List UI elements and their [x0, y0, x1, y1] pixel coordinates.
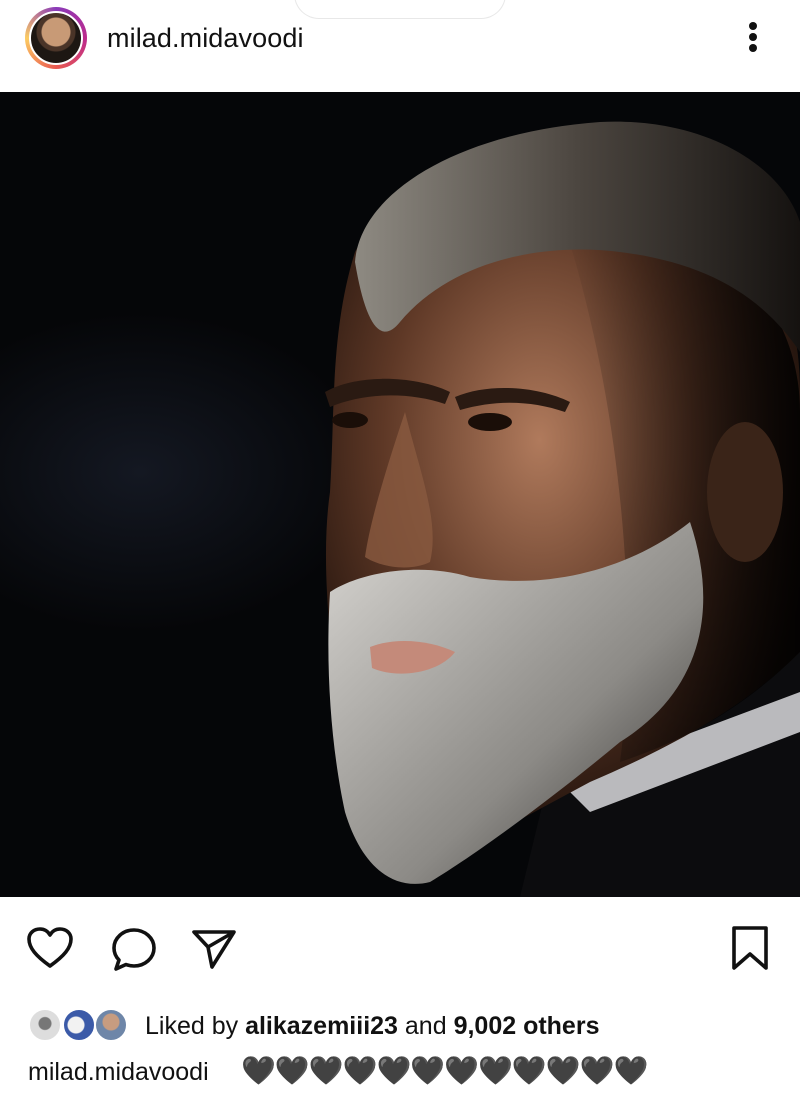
caption-row: milad.midavoodi 🖤🖤🖤🖤🖤🖤🖤🖤🖤🖤🖤🖤 — [0, 1052, 800, 1096]
caption-username[interactable]: milad.midavoodi — [28, 1058, 209, 1087]
post-header: milad.midavoodi — [0, 0, 800, 90]
post-username[interactable]: milad.midavoodi — [107, 23, 304, 54]
post-actions — [0, 900, 800, 1000]
caption-text: 🖤🖤🖤🖤🖤🖤🖤🖤🖤🖤🖤🖤 — [241, 1055, 648, 1086]
liker-avatar[interactable] — [62, 1008, 96, 1042]
comment-icon[interactable] — [110, 926, 158, 977]
liked-by-prefix: Liked by — [145, 1012, 246, 1040]
heart-icon[interactable] — [26, 926, 74, 975]
liked-by-middle: and — [397, 1012, 454, 1040]
liker-avatar[interactable] — [94, 1008, 128, 1042]
liker-username[interactable]: alikazemiii23 — [245, 1012, 398, 1040]
likes-count[interactable]: 9,002 others — [454, 1012, 600, 1040]
post-photo[interactable] — [0, 92, 800, 897]
avatar-image — [29, 11, 83, 65]
liker-avatar[interactable] — [28, 1008, 62, 1042]
bookmark-icon[interactable] — [728, 924, 772, 977]
portrait-image — [325, 121, 800, 897]
profile-avatar[interactable] — [25, 7, 87, 69]
send-icon[interactable] — [190, 927, 238, 976]
more-vertical-icon[interactable] — [738, 17, 768, 57]
likes-summary[interactable]: Liked by alikazemiii23 and 9,002 others — [145, 1012, 599, 1041]
likes-row: Liked by alikazemiii23 and 9,002 others — [0, 1003, 800, 1047]
